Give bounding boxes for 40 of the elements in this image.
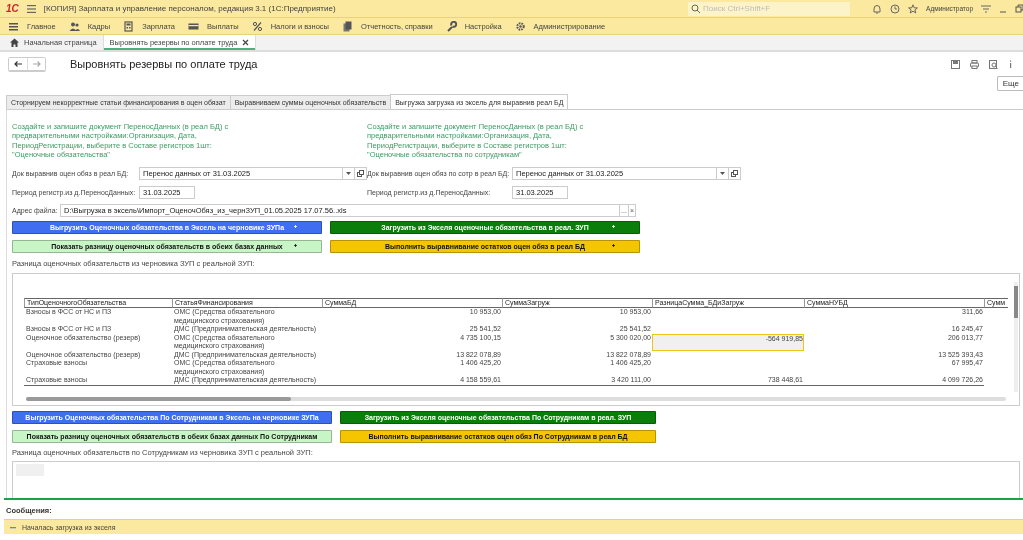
scrollbar[interactable] bbox=[26, 397, 1006, 402]
save-icon[interactable] bbox=[951, 59, 960, 69]
open-button[interactable] bbox=[729, 166, 741, 180]
open-icon bbox=[357, 169, 364, 177]
caret-icon bbox=[346, 171, 352, 175]
dropdown-button[interactable] bbox=[343, 166, 356, 180]
scrollbar[interactable] bbox=[1014, 282, 1018, 393]
dropdown-button[interactable] bbox=[717, 166, 729, 180]
menu-icon[interactable] bbox=[26, 3, 36, 14]
open-button[interactable] bbox=[355, 166, 367, 180]
info-icon[interactable] bbox=[1008, 59, 1013, 69]
caret-icon bbox=[720, 171, 725, 175]
people-icon bbox=[68, 20, 80, 32]
open-icon bbox=[731, 169, 738, 177]
percent-icon bbox=[251, 20, 263, 32]
asterisk-icon bbox=[294, 225, 297, 229]
app-logo: 1С bbox=[6, 3, 19, 14]
close-icon[interactable] bbox=[242, 39, 250, 46]
home-icon bbox=[10, 38, 19, 47]
star-icon[interactable] bbox=[908, 3, 919, 14]
print-icon[interactable] bbox=[970, 59, 979, 69]
asterisk-icon bbox=[294, 244, 297, 248]
menu-icon bbox=[8, 20, 19, 32]
asterisk-icon bbox=[612, 225, 615, 229]
more-button[interactable]: Еще bbox=[996, 76, 1023, 91]
search-icon bbox=[691, 4, 701, 13]
preview-icon[interactable] bbox=[989, 59, 998, 69]
asterisk-icon bbox=[612, 244, 615, 248]
form-title: Выровнять резервы по оплате труда bbox=[70, 58, 259, 70]
window-title: [КОПИЯ] Зарплата и управление персоналом, редакция 3.1 (1С:Предприятие) bbox=[43, 4, 336, 13]
restore-icon[interactable] bbox=[1015, 3, 1023, 14]
history-icon[interactable] bbox=[890, 3, 901, 14]
back-icon bbox=[13, 60, 23, 68]
bell-icon[interactable] bbox=[872, 3, 883, 14]
forward-icon bbox=[32, 60, 41, 68]
wrench-icon bbox=[445, 20, 457, 32]
documents-icon bbox=[341, 20, 353, 32]
settings-icon bbox=[514, 20, 526, 32]
calculator-icon bbox=[123, 20, 135, 32]
collapse-icon[interactable] bbox=[10, 525, 16, 529]
